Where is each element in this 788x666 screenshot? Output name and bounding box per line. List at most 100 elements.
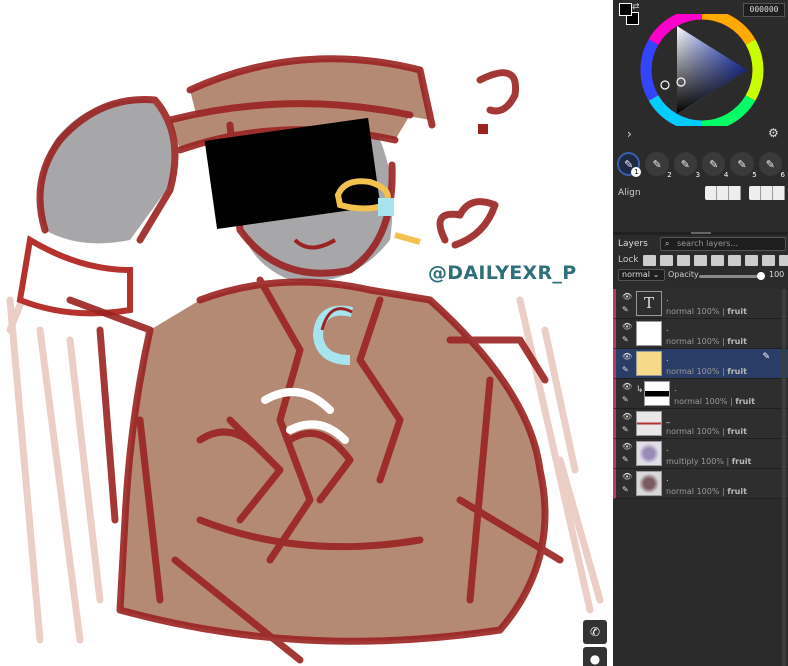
paint-brush-icon[interactable]: ✎ [622,365,629,374]
swap-colors-icon[interactable]: ⇄ [632,2,640,12]
align-bottom-icon[interactable] [773,186,785,200]
edit-brush-icon[interactable]: ✎ [762,352,770,362]
opacity-value: 100 [769,270,785,279]
layer-list-scrollbar[interactable] [782,289,786,666]
align-right-icon[interactable] [729,186,741,200]
layer-row-selected[interactable]: 👁 ✎ . normal 100% | fruit ✎ [613,349,788,379]
flip-icon[interactable] [761,254,775,266]
lock-label: Lock [618,255,639,265]
layer-thumbnail [636,321,662,346]
layer-meta: normal 100% | fruit [666,307,747,316]
drawing-canvas[interactable]: @DAILYEXR_P ✆ ● [0,0,613,666]
layer-thumbnail [644,381,670,406]
align-horizontal-group[interactable] [705,186,741,200]
brush-preset-5[interactable]: ✎ 5 [730,152,757,179]
blend-mode-select[interactable]: normal ⌄ [618,269,665,281]
chat-button[interactable]: ● [583,647,607,666]
gear-icon[interactable]: ⚙ [768,126,779,140]
align-middle-icon[interactable] [761,186,773,200]
brush-preset-1[interactable]: ✎ 1 [617,152,642,177]
paint-brush-icon[interactable]: ✎ [622,395,629,404]
lock-icon[interactable] [659,254,673,266]
divider-grip[interactable] [691,232,711,234]
trash-icon[interactable] [710,254,724,266]
clipping-mask-icon: ↳ [636,385,644,395]
eye-icon[interactable]: 👁 [622,352,632,361]
opacity-label: Opacity [668,270,699,279]
add-layer-icon[interactable] [778,254,788,266]
align-vertical-group[interactable] [749,186,785,200]
paint-brush-icon[interactable]: ✎ [622,425,629,434]
layers-title: Layers [618,239,648,249]
layer-name: . [666,294,669,303]
search-icon: ⌕ [665,239,670,248]
paint-brush-icon[interactable]: ✎ [622,455,629,464]
layer-thumbnail [636,441,662,466]
layer-row[interactable]: 👁 ✎ T . normal 100% | fruit [613,289,788,319]
layer-name: . [666,474,669,483]
clip-layer-icon[interactable] [676,254,690,266]
align-center-icon[interactable] [717,186,729,200]
layer-thumbnail [636,471,662,496]
side-panel: ⇄ 000000 › ⚙ ✎ 1 ✎ 2 ✎ 3 ✎ 4 ✎ 5 ✎ 6 Ali… [613,0,788,666]
brush-icon: ✎ [765,157,775,171]
layer-meta: normal 100% | fruit [666,337,747,346]
layer-name: . [666,354,669,363]
layer-name: . [674,384,677,393]
eye-icon[interactable]: 👁 [622,382,632,391]
layer-name: _ [666,414,670,423]
layer-row[interactable]: 👁 ✎ . multiply 100% | fruit [613,439,788,469]
brush-preset-6[interactable]: ✎ 6 [758,152,785,179]
brush-presets: ✎ 1 ✎ 2 ✎ 3 ✎ 4 ✎ 5 ✎ 6 [617,152,787,179]
duplicate-layer-icon[interactable] [744,254,758,266]
align-top-icon[interactable] [749,186,761,200]
layer-thumbnail [636,351,662,376]
align-left-icon[interactable] [705,186,717,200]
artwork [6,55,604,664]
layer-meta: normal 100% | fruit [674,397,755,406]
eye-icon[interactable]: 👁 [622,292,632,301]
expand-picker-icon[interactable]: › [627,127,632,141]
brush-icon: ✎ [709,157,719,171]
paint-brush-icon[interactable]: ✎ [622,485,629,494]
brush-preset-4[interactable]: ✎ 4 [702,152,728,179]
layer-meta: normal 100% | fruit [666,367,747,376]
eye-icon[interactable]: 👁 [622,412,632,421]
brush-preset-3[interactable]: ✎ 3 [673,152,700,179]
layer-meta: normal 100% | fruit [666,487,747,496]
layer-meta: multiply 100% | fruit [666,457,752,466]
paint-brush-icon[interactable]: ✎ [622,305,629,314]
brush-icon: ✎ [680,157,690,171]
layer-row[interactable]: 👁 ✎ . normal 100% | fruit [613,319,788,349]
watermark-text: @DAILYEXR_P [428,262,577,284]
layer-list: 👁 ✎ T . normal 100% | fruit 👁 ✎ . normal… [613,289,788,499]
align-label: Align [618,188,641,198]
paint-app: @DAILYEXR_P ✆ ● ⇄ 000000 › ⚙ ✎ 1 ✎ 2 ✎ 3… [0,0,788,666]
foreground-color-swatch[interactable] [619,3,632,16]
chat-icon: ● [589,652,601,666]
color-wheel[interactable] [637,14,767,126]
layer-name: . [666,324,669,333]
layer-name: . [666,444,669,453]
brush-icon: ✎ [652,157,662,171]
layer-search-input[interactable]: ⌕ search layers... [660,237,786,251]
eye-icon[interactable]: 👁 [622,472,632,481]
eraser-icon[interactable] [693,254,707,266]
eye-icon[interactable]: 👁 [622,442,632,451]
brush-preset-2[interactable]: ✎ 2 [645,152,672,179]
lock-row: Lock [618,254,788,266]
eye-icon[interactable]: 👁 [622,322,632,331]
paint-brush-icon[interactable]: ✎ [622,335,629,344]
phone-icon: ✆ [589,625,601,639]
opacity-slider[interactable] [699,275,759,278]
lock-alpha-icon[interactable] [642,254,656,266]
layer-row[interactable]: 👁 ✎ . normal 100% | fruit [613,469,788,499]
layer-row[interactable]: 👁 ✎ ↳ . normal 100% | fruit [613,379,788,409]
opacity-slider-handle[interactable] [757,272,765,280]
layer-thumbnail: T [636,291,662,316]
layer-thumbnail [636,411,662,436]
brush-icon: ✎ [737,157,747,171]
layer-row[interactable]: 👁 ✎ _ normal 100% | fruit [613,409,788,439]
merge-down-icon[interactable] [727,254,741,266]
phone-button[interactable]: ✆ [583,620,607,644]
